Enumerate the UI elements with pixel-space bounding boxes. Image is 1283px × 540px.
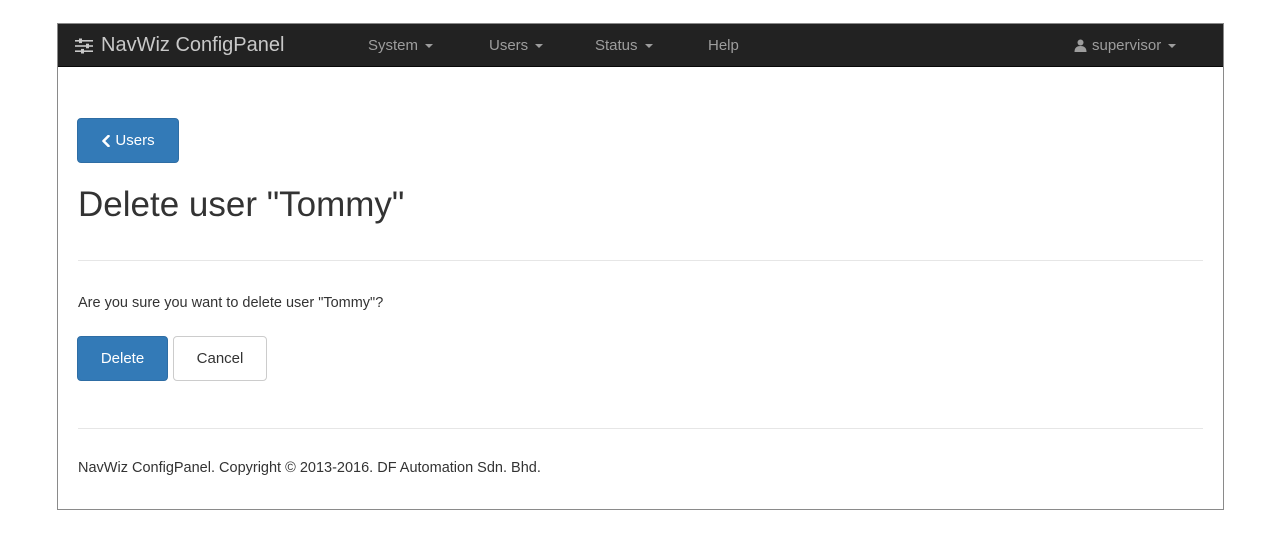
user-icon (1074, 39, 1087, 52)
header-divider (78, 260, 1203, 261)
brand-name: NavWiz ConfigPanel (101, 34, 285, 56)
nav-menu-help[interactable]: Help (708, 24, 739, 67)
nav-menu-system[interactable]: System (368, 24, 434, 67)
nav-menu-status[interactable]: Status (595, 24, 653, 67)
delete-button[interactable]: Delete (77, 336, 168, 381)
caret-down-icon (535, 43, 544, 48)
nav-menu-users-label: Users (489, 37, 529, 54)
cancel-button[interactable]: Cancel (173, 336, 267, 381)
user-menu[interactable]: supervisor (1074, 24, 1177, 67)
nav-menu-help-label: Help (708, 37, 739, 54)
user-menu-label: supervisor (1092, 37, 1162, 54)
nav-menu-users[interactable]: Users (489, 24, 544, 67)
chevron-left-icon (101, 134, 111, 147)
nav-menu-status-label: Status (595, 37, 638, 54)
sliders-icon (75, 38, 93, 54)
nav-menu-system-label: System (368, 37, 419, 54)
top-navbar: NavWiz ConfigPanel System Users Status H… (58, 24, 1223, 67)
caret-down-icon (644, 43, 653, 48)
caret-down-icon (425, 43, 434, 48)
footer-copyright: NavWiz ConfigPanel. Copyright © 2013-201… (78, 460, 541, 476)
caret-down-icon (1168, 43, 1177, 48)
page-title: Delete user "Tommy" (78, 185, 405, 224)
back-button-label: Users (115, 132, 155, 149)
confirmation-message: Are you sure you want to delete user "To… (78, 295, 384, 311)
back-to-users-button[interactable]: Users (77, 118, 179, 163)
brand-link[interactable]: NavWiz ConfigPanel (75, 24, 284, 67)
browser-content-frame: NavWiz ConfigPanel System Users Status H… (57, 23, 1224, 510)
footer-divider (78, 428, 1203, 429)
